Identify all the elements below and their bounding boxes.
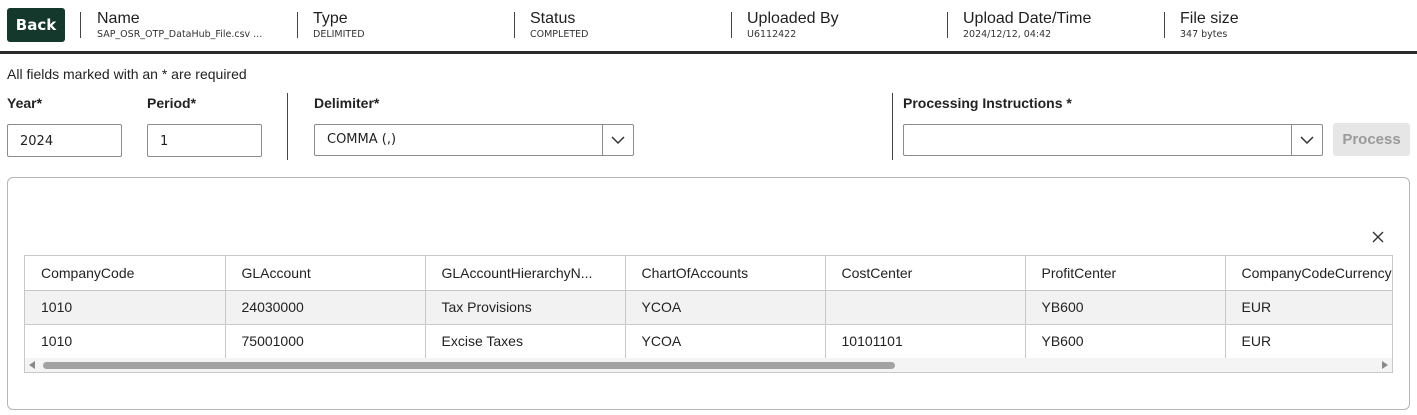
meta-name-label: Name <box>97 10 140 27</box>
meta-uploaded-by-value: U6112422 <box>747 29 797 40</box>
table-cell: 24030000 <box>225 290 426 325</box>
delimiter-label: Delimiter* <box>314 95 380 111</box>
delimiter-selected-value: COMMA (,) <box>327 132 397 147</box>
preview-table: CompanyCode GLAccount GLAccountHierarchy… <box>24 255 1393 373</box>
header-divider <box>80 12 81 38</box>
meta-type: Type DELIMITED <box>313 10 365 40</box>
meta-file-size: File size 347 bytes <box>1180 10 1239 40</box>
table-cell: Excise Taxes <box>425 324 626 359</box>
meta-name: Name SAP_OSR_OTP_DataHub_File.csv ... <box>97 10 262 40</box>
period-input[interactable]: 1 <box>147 124 262 157</box>
column-header[interactable]: CompanyCodeCurrency <box>1225 256 1392 291</box>
scroll-left-icon[interactable] <box>29 361 35 369</box>
table-cell: EUR <box>1225 324 1392 359</box>
chevron-down-icon[interactable] <box>1291 125 1322 155</box>
column-header[interactable]: CostCenter <box>825 256 1026 291</box>
year-label: Year* <box>7 95 43 111</box>
column-header[interactable]: ProfitCenter <box>1025 256 1226 291</box>
meta-name-value: SAP_OSR_OTP_DataHub_File.csv ... <box>97 29 263 40</box>
header-divider <box>1164 12 1165 38</box>
table-cell: 1010 <box>25 290 226 325</box>
meta-type-label: Type <box>313 10 348 27</box>
meta-upload-date-label: Upload Date/Time <box>963 10 1092 27</box>
meta-uploaded-by-label: Uploaded By <box>747 10 839 27</box>
column-header[interactable]: CompanyCode <box>25 256 226 291</box>
table-row: 1010 24030000 Tax Provisions YCOA YB600 … <box>25 290 1392 325</box>
meta-upload-date-value: 2024/12/12, 04:42 <box>963 29 1052 40</box>
header-divider <box>297 12 298 38</box>
table-header-row: CompanyCode GLAccount GLAccountHierarchy… <box>25 256 1392 291</box>
horizontal-scrollbar[interactable] <box>25 358 1392 372</box>
period-label: Period* <box>147 95 197 111</box>
header-divider <box>947 12 948 38</box>
meta-status-label: Status <box>530 10 576 27</box>
back-button[interactable]: Back <box>7 8 65 42</box>
header-divider <box>514 12 515 38</box>
table-row: 1010 75001000 Excise Taxes YCOA 10101101… <box>25 324 1392 359</box>
table-cell: Tax Provisions <box>425 290 626 325</box>
header-divider <box>731 12 732 38</box>
table-cell: YCOA <box>625 290 826 325</box>
close-icon[interactable] <box>1370 229 1386 245</box>
meta-upload-date: Upload Date/Time 2024/12/12, 04:42 <box>963 10 1091 40</box>
chevron-down-icon[interactable] <box>602 125 633 155</box>
table-cell: EUR <box>1225 290 1392 325</box>
table-cell: 10101101 <box>825 324 1026 359</box>
field-group-divider <box>892 93 893 160</box>
meta-status-value: COMPLETED <box>530 29 589 40</box>
column-header[interactable]: GLAccountHierarchyN... <box>425 256 626 291</box>
meta-uploaded-by: Uploaded By U6112422 <box>747 10 839 40</box>
meta-status: Status COMPLETED <box>530 10 588 40</box>
meta-type-value: DELIMITED <box>313 29 365 40</box>
processing-instructions-select[interactable] <box>903 124 1323 156</box>
required-fields-note: All fields marked with an * are required <box>7 66 247 82</box>
table-cell <box>825 290 1026 325</box>
column-header[interactable]: ChartOfAccounts <box>625 256 826 291</box>
field-group-divider <box>287 93 288 160</box>
table-cell: 1010 <box>25 324 226 359</box>
scrollbar-thumb[interactable] <box>43 362 895 369</box>
table-cell: 75001000 <box>225 324 426 359</box>
table-cell: YCOA <box>625 324 826 359</box>
processing-instructions-label: Processing Instructions * <box>903 95 1072 111</box>
meta-file-size-label: File size <box>1180 10 1239 27</box>
table-cell: YB600 <box>1025 290 1226 325</box>
meta-file-size-value: 347 bytes <box>1180 29 1228 40</box>
scroll-right-icon[interactable] <box>1382 361 1388 369</box>
file-header: Back Name SAP_OSR_OTP_DataHub_File.csv .… <box>0 0 1417 54</box>
year-input[interactable]: 2024 <box>7 124 122 157</box>
table-cell: YB600 <box>1025 324 1226 359</box>
column-header[interactable]: GLAccount <box>225 256 426 291</box>
process-button[interactable]: Process <box>1333 123 1410 156</box>
delimiter-select[interactable]: COMMA (,) <box>314 124 634 156</box>
